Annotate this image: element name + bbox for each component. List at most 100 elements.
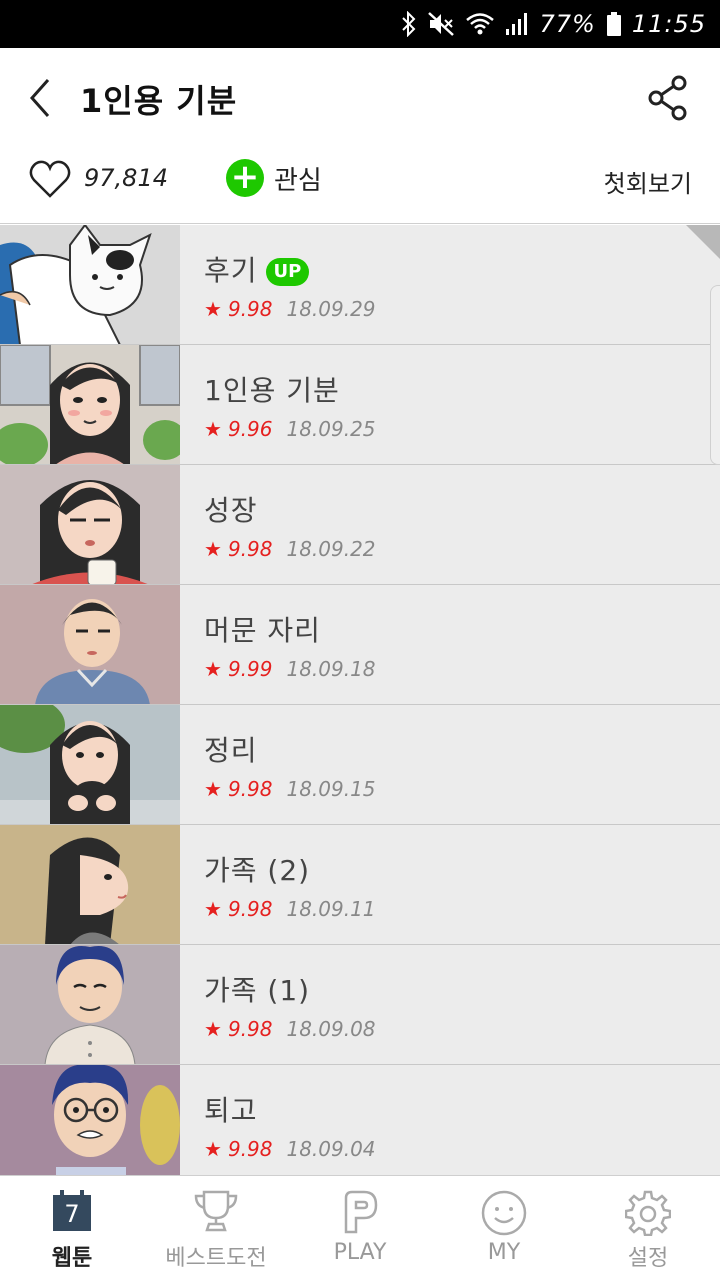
chevron-left-icon	[29, 79, 50, 117]
episode-title: 가족 (1)	[204, 974, 311, 1007]
episode-thumbnail	[0, 825, 180, 944]
star-icon: ★	[204, 297, 222, 321]
episode-rating: 9.98	[227, 897, 273, 921]
nav-label: PLAY	[333, 1240, 387, 1265]
episode-meta: ★ 9.98 18.09.08	[204, 1017, 376, 1041]
status-icons: 77% 11:55	[401, 8, 706, 40]
like-count: 97,814	[84, 164, 168, 192]
episode-thumbnail	[0, 945, 180, 1064]
nav-settings[interactable]: 설정	[576, 1176, 720, 1280]
episode-rating: 9.98	[227, 537, 273, 561]
episode-thumbnail	[0, 465, 180, 584]
episode-row[interactable]: 머문 자리 ★ 9.99 18.09.18	[0, 585, 720, 705]
calendar-icon: 7	[52, 1190, 92, 1236]
nav-label: 웹툰	[51, 1246, 93, 1271]
nav-my[interactable]: MY	[432, 1176, 576, 1280]
star-icon: ★	[204, 417, 222, 441]
battery-icon	[606, 11, 622, 37]
episode-row[interactable]: 정리 ★ 9.98 18.09.15	[0, 705, 720, 825]
episode-date: 18.09.18	[286, 657, 376, 681]
episode-date: 18.09.29	[286, 297, 376, 321]
trophy-icon	[193, 1190, 239, 1236]
episode-rating: 9.98	[227, 297, 273, 321]
wifi-icon	[465, 11, 495, 37]
gear-icon	[624, 1190, 672, 1240]
plus-icon: +	[226, 159, 264, 197]
mute-icon	[427, 11, 455, 37]
episode-meta: ★ 9.96 18.09.25	[204, 417, 376, 441]
star-icon: ★	[204, 897, 222, 921]
status-bar: 77% 11:55	[0, 0, 720, 48]
star-icon: ★	[204, 657, 222, 681]
episode-title: 머문 자리	[204, 614, 321, 647]
action-row: 97,814 + 관심 첫회보기	[0, 148, 720, 224]
episode-rating: 9.96	[227, 417, 273, 441]
like-button[interactable]	[28, 158, 72, 202]
page-title: 1인용 기분	[80, 82, 238, 120]
signal-icon	[505, 11, 529, 37]
episode-date: 18.09.04	[286, 1137, 376, 1161]
nav-label: 설정	[627, 1246, 669, 1271]
episode-meta: ★ 9.98 18.09.15	[204, 777, 376, 801]
episode-rating: 9.98	[227, 1017, 273, 1041]
back-button[interactable]	[22, 74, 62, 122]
page-corner-fold	[686, 225, 720, 259]
bottom-nav: 7 웹툰 베스트도전 PLAY MY 설정	[0, 1175, 720, 1280]
first-episode-button[interactable]: 첫회보기	[604, 164, 692, 199]
smiley-icon	[481, 1190, 527, 1240]
episode-meta: ★ 9.98 18.09.11	[204, 897, 376, 921]
episode-title: 퇴고	[204, 1094, 258, 1127]
episode-row[interactable]: 퇴고 ★ 9.98 18.09.04	[0, 1065, 720, 1175]
episode-meta: ★ 9.99 18.09.18	[204, 657, 376, 681]
nav-label: 베스트도전	[165, 1246, 267, 1271]
episode-row[interactable]: 가족 (2) ★ 9.98 18.09.11	[0, 825, 720, 945]
episode-title: 성장	[204, 494, 258, 527]
episode-rating: 9.98	[227, 777, 273, 801]
nav-label: MY	[487, 1240, 521, 1265]
star-icon: ★	[204, 1017, 222, 1041]
star-icon: ★	[204, 1137, 222, 1161]
episode-date: 18.09.15	[286, 777, 376, 801]
episode-title: 정리	[204, 734, 258, 767]
episode-date: 18.09.08	[286, 1017, 376, 1041]
episode-date: 18.09.22	[286, 537, 376, 561]
episode-row[interactable]: 성장 ★ 9.98 18.09.22	[0, 465, 720, 585]
episode-row[interactable]: 후기 UP ★ 9.98 18.09.29	[0, 225, 720, 345]
nav-webtoon[interactable]: 7 웹툰	[0, 1176, 144, 1280]
episode-thumbnail	[0, 585, 180, 704]
heart-icon	[29, 160, 71, 198]
episode-date: 18.09.25	[286, 417, 376, 441]
episode-thumbnail	[0, 1065, 180, 1175]
nav-best-challenge[interactable]: 베스트도전	[144, 1176, 288, 1280]
episode-thumbnail	[0, 345, 180, 464]
calendar-day: 7	[64, 1200, 80, 1228]
share-button[interactable]	[646, 74, 690, 122]
up-badge: UP	[265, 258, 310, 286]
episode-rating: 9.98	[227, 1137, 273, 1161]
battery-percent: 77%	[539, 10, 596, 38]
nav-play[interactable]: PLAY	[288, 1176, 432, 1280]
episode-meta: ★ 9.98 18.09.04	[204, 1137, 376, 1161]
star-icon: ★	[204, 777, 222, 801]
star-icon: ★	[204, 537, 222, 561]
episode-date: 18.09.11	[286, 897, 376, 921]
episode-thumbnail	[0, 705, 180, 824]
episode-meta: ★ 9.98 18.09.22	[204, 537, 376, 561]
episode-row[interactable]: 1인용 기분 ★ 9.96 18.09.25	[0, 345, 720, 465]
episode-title-text: 후기	[204, 254, 258, 287]
episode-row[interactable]: 가족 (1) ★ 9.98 18.09.08	[0, 945, 720, 1065]
scroll-handle[interactable]	[710, 285, 720, 465]
favorite-button[interactable]: + 관심	[226, 159, 322, 197]
favorite-label: 관심	[274, 165, 322, 196]
episode-title: 후기 UP	[204, 249, 310, 289]
episode-title: 1인용 기분	[204, 374, 340, 407]
episode-thumbnail	[0, 225, 180, 344]
clock: 11:55	[631, 10, 706, 38]
episode-rating: 9.99	[227, 657, 273, 681]
app-header: 1인용 기분	[0, 48, 720, 148]
episode-meta: ★ 9.98 18.09.29	[204, 297, 376, 321]
episode-list: 후기 UP ★ 9.98 18.09.29 1인용 기분 ★ 9.96 18.09.25	[0, 225, 720, 1175]
share-icon	[648, 75, 687, 121]
episode-title: 가족 (2)	[204, 854, 311, 887]
play-logo-icon	[342, 1190, 378, 1238]
